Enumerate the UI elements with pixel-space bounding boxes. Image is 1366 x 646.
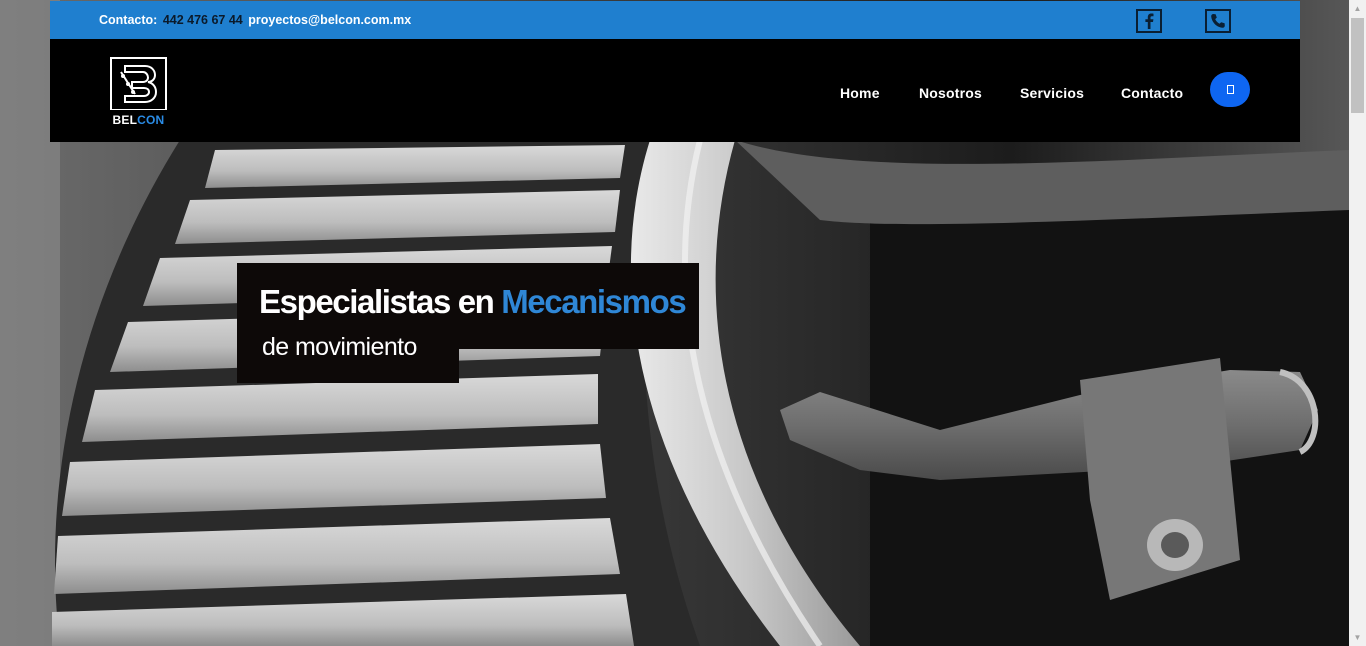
nav-home[interactable]: Home	[840, 85, 880, 101]
hero-headline: Especialistas en Mecanismos	[259, 283, 687, 321]
nav-servicios[interactable]: Servicios	[1020, 85, 1084, 101]
scroll-up-arrow-icon[interactable]: ▲	[1349, 0, 1366, 17]
contact-phone[interactable]: 442 476 67 44	[163, 13, 243, 27]
belcon-logo[interactable]: BELCON	[105, 54, 172, 132]
scroll-down-arrow-icon[interactable]: ▼	[1349, 629, 1366, 646]
phone-icon	[1211, 14, 1225, 28]
headline-main: Especialistas en	[259, 283, 495, 320]
headline-accent: Mecanismos	[501, 283, 686, 320]
logo-wordmark: BELCON	[105, 113, 172, 127]
logo-mark	[110, 57, 167, 111]
facebook-icon	[1145, 13, 1154, 29]
contact-info: Contacto: 442 476 67 44 proyectos@belcon…	[99, 13, 411, 27]
menu-icon	[1226, 85, 1234, 94]
page-viewport: Contacto: 442 476 67 44 proyectos@belcon…	[0, 0, 1349, 646]
logo-word-main: BEL	[112, 113, 138, 127]
contact-email[interactable]: proyectos@belcon.com.mx	[248, 13, 411, 27]
facebook-link[interactable]	[1136, 9, 1162, 33]
hero-subline: de movimiento	[262, 333, 417, 361]
contact-label: Contacto:	[99, 13, 158, 27]
phone-link[interactable]	[1205, 9, 1231, 33]
main-header: BELCON Home Nosotros Servicios Contacto	[50, 39, 1300, 142]
menu-button[interactable]	[1210, 72, 1250, 107]
vertical-scrollbar[interactable]: ▲ ▼	[1349, 0, 1366, 646]
nav-nosotros[interactable]: Nosotros	[919, 85, 982, 101]
nav-contacto[interactable]: Contacto	[1121, 85, 1183, 101]
top-contact-bar: Contacto: 442 476 67 44 proyectos@belcon…	[50, 1, 1300, 39]
scroll-thumb[interactable]	[1351, 18, 1364, 113]
logo-word-accent: CON	[137, 113, 165, 127]
